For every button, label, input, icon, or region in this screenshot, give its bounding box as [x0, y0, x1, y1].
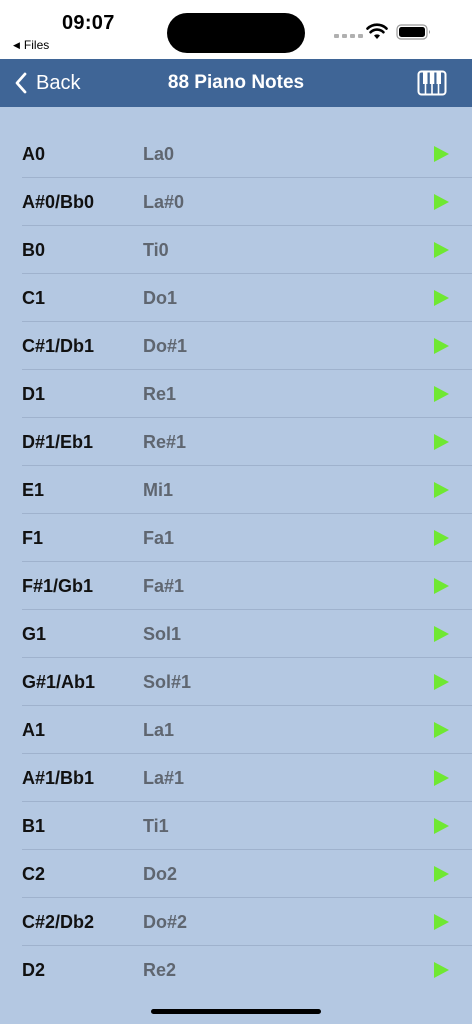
- piano-keyboard-icon[interactable]: [417, 70, 447, 96]
- note-name: C#2/Db2: [22, 911, 95, 932]
- battery-icon: [396, 24, 430, 40]
- note-name: D1: [22, 383, 46, 404]
- play-icon[interactable]: [434, 338, 449, 354]
- note-list: A0 La0 A#0/Bb0 La#0 B0 Ti0 C1 Do1 C#1/Db1 Do#1 D1 R…: [0, 130, 472, 994]
- dynamic-island: [167, 13, 305, 53]
- back-button-label: Back: [36, 71, 81, 94]
- note-row[interactable]: C1 Do1: [0, 274, 472, 322]
- play-icon[interactable]: [434, 482, 449, 498]
- note-name: A#0/Bb0: [22, 191, 95, 212]
- play-icon[interactable]: [434, 146, 449, 162]
- note-solfege: Ti1: [143, 815, 169, 836]
- screen: 09:07 ◀ Files Back 88 Piano Notes A0 La0…: [0, 0, 472, 1024]
- note-name: D2: [22, 959, 46, 980]
- play-icon[interactable]: [434, 578, 449, 594]
- chevron-left-icon: [15, 72, 27, 94]
- play-icon[interactable]: [434, 818, 449, 834]
- back-app-label: Files: [23, 38, 50, 52]
- back-to-app-link[interactable]: ◀ Files: [13, 38, 49, 52]
- play-icon[interactable]: [434, 626, 449, 642]
- note-row[interactable]: A0 La0: [0, 130, 472, 178]
- note-name: A1: [22, 719, 46, 740]
- note-solfege: La#1: [143, 767, 185, 788]
- play-icon[interactable]: [434, 194, 449, 210]
- play-icon[interactable]: [434, 722, 449, 738]
- note-row[interactable]: F1 Fa1: [0, 514, 472, 562]
- wifi-icon: [366, 23, 388, 39]
- play-icon[interactable]: [434, 770, 449, 786]
- note-row[interactable]: A#1/Bb1 La#1: [0, 754, 472, 802]
- note-solfege: Do#1: [143, 335, 188, 356]
- note-row[interactable]: A#0/Bb0 La#0: [0, 178, 472, 226]
- note-row[interactable]: B0 Ti0: [0, 226, 472, 274]
- note-solfege: La0: [143, 143, 175, 164]
- note-solfege: Do2: [143, 863, 178, 884]
- cellular-signal-icon: [334, 34, 363, 38]
- note-row[interactable]: G1 Sol1: [0, 610, 472, 658]
- note-solfege: Re1: [143, 383, 177, 404]
- note-solfege: Fa1: [143, 527, 175, 548]
- note-name: B0: [22, 239, 46, 260]
- note-row[interactable]: C#2/Db2 Do#2: [0, 898, 472, 946]
- note-name: F#1/Gb1: [22, 575, 94, 596]
- note-solfege: Sol1: [143, 623, 182, 644]
- note-solfege: Mi1: [143, 479, 174, 500]
- note-name: G#1/Ab1: [22, 671, 96, 692]
- navigation-bar: Back 88 Piano Notes: [0, 59, 472, 107]
- home-indicator[interactable]: [151, 1009, 321, 1014]
- note-solfege: La#0: [143, 191, 185, 212]
- play-icon[interactable]: [434, 530, 449, 546]
- play-icon[interactable]: [434, 674, 449, 690]
- note-row[interactable]: A1 La1: [0, 706, 472, 754]
- note-name: C2: [22, 863, 46, 884]
- note-row[interactable]: E1 Mi1: [0, 466, 472, 514]
- note-solfege: Do#2: [143, 911, 188, 932]
- note-row[interactable]: F#1/Gb1 Fa#1: [0, 562, 472, 610]
- play-icon[interactable]: [434, 962, 449, 978]
- note-row[interactable]: D#1/Eb1 Re#1: [0, 418, 472, 466]
- note-name: C1: [22, 287, 46, 308]
- note-solfege: Ti0: [143, 239, 169, 260]
- note-name: A#1/Bb1: [22, 767, 95, 788]
- play-icon[interactable]: [434, 434, 449, 450]
- note-solfege: Re2: [143, 959, 177, 980]
- note-row[interactable]: C#1/Db1 Do#1: [0, 322, 472, 370]
- note-row[interactable]: C2 Do2: [0, 850, 472, 898]
- note-name: A0: [22, 143, 46, 164]
- back-triangle-icon: ◀: [13, 39, 20, 50]
- note-name: E1: [22, 479, 45, 500]
- play-icon[interactable]: [434, 386, 449, 402]
- note-name: B1: [22, 815, 46, 836]
- note-solfege: Do1: [143, 287, 178, 308]
- play-icon[interactable]: [434, 914, 449, 930]
- note-row[interactable]: G#1/Ab1 Sol#1: [0, 658, 472, 706]
- note-row[interactable]: D2 Re2: [0, 946, 472, 994]
- status-time: 09:07: [62, 12, 115, 34]
- play-icon[interactable]: [434, 290, 449, 306]
- note-solfege: La1: [143, 719, 175, 740]
- note-row[interactable]: D1 Re1: [0, 370, 472, 418]
- note-solfege: Fa#1: [143, 575, 185, 596]
- note-name: D#1/Eb1: [22, 431, 94, 452]
- play-icon[interactable]: [434, 866, 449, 882]
- note-solfege: Sol#1: [143, 671, 192, 692]
- note-solfege: Re#1: [143, 431, 187, 452]
- play-icon[interactable]: [434, 242, 449, 258]
- status-bar: 09:07 ◀ Files: [0, 0, 472, 59]
- note-name: C#1/Db1: [22, 335, 95, 356]
- back-button[interactable]: Back: [14, 59, 80, 107]
- note-name: G1: [22, 623, 47, 644]
- note-row[interactable]: B1 Ti1: [0, 802, 472, 850]
- note-name: F1: [22, 527, 44, 548]
